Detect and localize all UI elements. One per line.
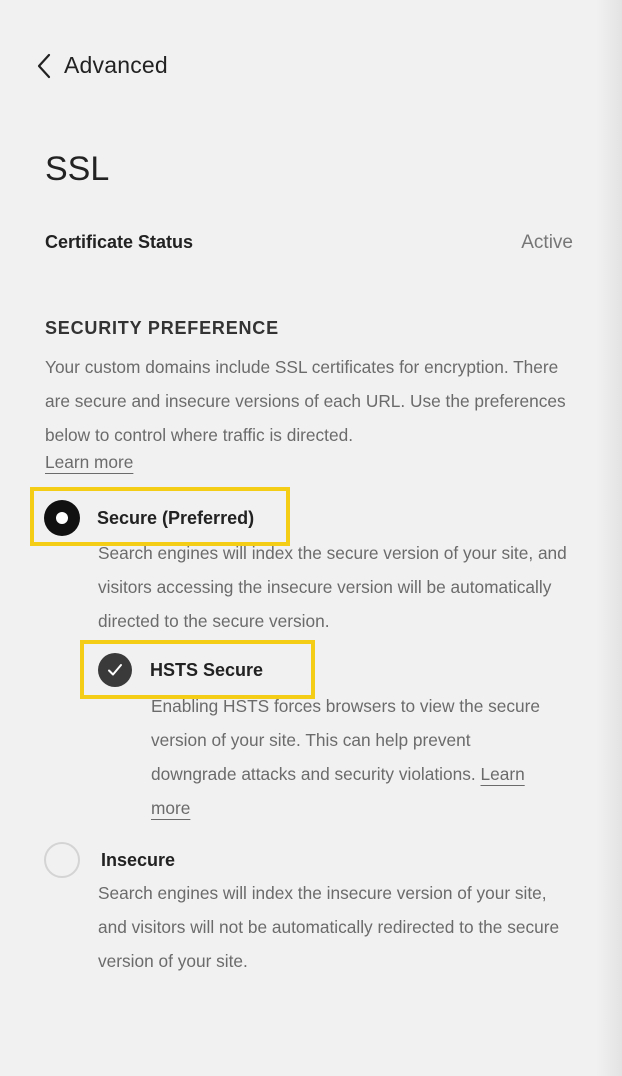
hsts-secure-description: Enabling HSTS forces browsers to view th…	[151, 689, 551, 825]
security-preference-description: Your custom domains include SSL certific…	[45, 357, 566, 445]
back-button[interactable]: Advanced	[36, 52, 168, 79]
insecure-label: Insecure	[101, 849, 176, 870]
insecure-description: Search engines will index the insecure v…	[98, 883, 560, 971]
hsts-secure-checkbox[interactable]: HSTS Secure	[98, 653, 263, 687]
radio-selected-icon[interactable]	[44, 500, 80, 536]
learn-more-link[interactable]: Learn more	[45, 452, 133, 473]
hsts-secure-label: HSTS Secure	[150, 659, 264, 680]
certificate-status-label: Certificate Status	[45, 232, 194, 252]
secure-preferred-description: Search engines will index the secure ver…	[98, 543, 567, 631]
chevron-left-icon	[37, 53, 51, 78]
back-label: Advanced	[64, 52, 168, 78]
secure-preferred-label: Secure (Preferred)	[97, 507, 255, 528]
certificate-status-row: Certificate Status Active	[45, 232, 573, 254]
radio-unselected-icon[interactable]	[44, 842, 80, 878]
security-preference-heading: SECURITY PREFERENCE	[45, 318, 279, 338]
panel-edge-shadow	[596, 0, 622, 1076]
secure-preferred-option[interactable]: Secure (Preferred)	[44, 500, 254, 536]
insecure-option[interactable]: Insecure	[44, 842, 175, 878]
page-title: SSL	[45, 150, 110, 188]
checkmark-icon[interactable]	[98, 653, 132, 687]
certificate-status-value: Active	[521, 232, 573, 253]
